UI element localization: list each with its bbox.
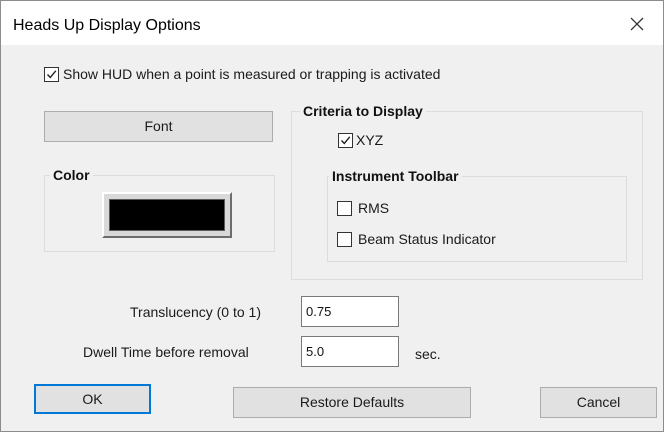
color-swatch-button[interactable] [102,192,232,238]
show-hud-checkbox[interactable] [44,67,59,82]
rms-checkbox[interactable] [337,201,352,216]
instrument-toolbar-title: Instrument Toolbar [329,168,462,184]
xyz-label: XYZ [356,132,384,148]
dwell-time-unit: sec. [415,346,441,362]
instrument-toolbar-group [327,176,627,262]
color-group-title: Color [50,167,93,183]
color-swatch [109,199,225,231]
close-icon [630,17,644,31]
translucency-label: Translucency (0 to 1) [130,304,261,320]
translucency-input[interactable] [301,296,399,327]
checkmark-icon [340,136,351,145]
close-button[interactable] [619,7,663,41]
dwell-time-label: Dwell Time before removal [83,344,249,360]
show-hud-label: Show HUD when a point is measured or tra… [63,66,441,82]
xyz-checkbox[interactable] [338,133,353,148]
beam-status-label: Beam Status Indicator [358,231,496,247]
dialog-title: Heads Up Display Options [13,17,201,34]
checkmark-icon [46,70,57,79]
criteria-group-title: Criteria to Display [300,103,426,119]
dwell-time-input[interactable] [301,336,399,367]
ok-button[interactable]: OK [34,384,151,414]
cancel-button[interactable]: Cancel [540,387,657,418]
title-bar: Heads Up Display Options [1,1,663,45]
beam-status-checkbox[interactable] [337,232,352,247]
restore-defaults-button[interactable]: Restore Defaults [233,387,471,418]
rms-label: RMS [358,200,390,216]
hud-options-dialog: Heads Up Display Options Show HUD when a… [0,0,664,432]
font-button[interactable]: Font [44,111,273,142]
